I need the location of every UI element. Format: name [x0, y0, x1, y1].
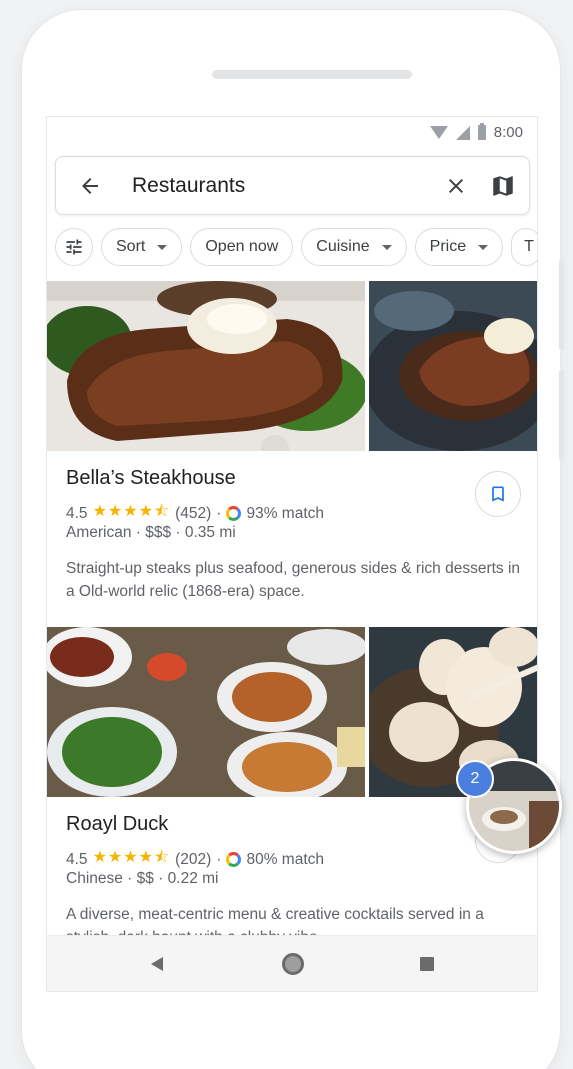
- rating-value: 4.5: [66, 850, 88, 868]
- status-bar: 8:00: [47, 117, 537, 147]
- review-count[interactable]: (452): [175, 505, 211, 523]
- signal-icon: [455, 125, 470, 140]
- restaurant-name[interactable]: Bella’s Steakhouse: [66, 467, 236, 490]
- rating-row: 4.5 ★★★★⯪ (202) · 80% match: [66, 846, 324, 873]
- chip-sort[interactable]: Sort: [101, 228, 183, 266]
- save-button[interactable]: [475, 471, 521, 517]
- separator-dot: ·: [216, 850, 222, 868]
- chip-price[interactable]: Price: [414, 228, 504, 266]
- filter-chips: Sort Open now Cuisine Price T: [55, 228, 537, 266]
- dishes-photo-image: [47, 627, 365, 797]
- nav-recents-icon[interactable]: [420, 957, 434, 971]
- chip-partial[interactable]: T: [511, 228, 537, 266]
- google-match-icon: [226, 852, 242, 867]
- chip-open-now[interactable]: Open now: [190, 228, 294, 266]
- filter-options-chip[interactable]: [55, 228, 93, 266]
- chip-open-now-label: Open now: [205, 238, 279, 255]
- review-count[interactable]: (202): [175, 851, 211, 869]
- close-icon[interactable]: [444, 174, 468, 198]
- chip-cuisine[interactable]: Cuisine: [301, 228, 407, 266]
- chip-cuisine-label: Cuisine: [316, 238, 370, 255]
- search-query[interactable]: Restaurants: [132, 174, 245, 198]
- photo-steak[interactable]: [47, 281, 365, 451]
- arrow-back-icon[interactable]: [78, 174, 102, 198]
- chevron-down-icon: [381, 244, 392, 250]
- system-nav-bar: [47, 935, 537, 991]
- phone-side-button: [559, 260, 564, 350]
- rating-value: 4.5: [66, 504, 88, 522]
- phone-speaker: [212, 70, 412, 79]
- bookmark-icon: [492, 486, 504, 502]
- status-time: 8:00: [493, 124, 523, 141]
- match-percent: 80% match: [246, 850, 324, 868]
- cuisine-price-distance: American · $$$ · 0.35 mi: [66, 524, 236, 541]
- chip-partial-label: T: [524, 238, 534, 255]
- restaurant-description: Straight-up steaks plus seafood, generou…: [66, 560, 521, 600]
- phone-side-button: [559, 370, 564, 460]
- match-percent: 93% match: [246, 504, 324, 522]
- app-screen: 8:00 Restaurants Sort Open now Cuisine P…: [46, 116, 538, 992]
- result-card[interactable]: Bella’s Steakhouse 4.5 ★★★★⯪ (452) · 93%…: [47, 281, 537, 600]
- photo-dishes[interactable]: [47, 627, 365, 797]
- chevron-down-icon: [478, 244, 489, 250]
- nav-home-icon[interactable]: [282, 953, 304, 975]
- steak-pan-photo-image: [369, 281, 537, 451]
- chip-sort-label: Sort: [116, 238, 146, 255]
- wifi-icon: [429, 126, 448, 139]
- tune-icon: [66, 239, 82, 255]
- restaurant-name[interactable]: Roayl Duck: [66, 813, 168, 836]
- nav-back-icon[interactable]: [151, 957, 163, 971]
- star-rating-icon: ★★★★⯪: [92, 503, 171, 520]
- map-icon[interactable]: [490, 173, 516, 199]
- photo-steak-pan[interactable]: [369, 281, 537, 451]
- star-rating-icon: ★★★★⯪: [92, 849, 171, 866]
- rating-row: 4.5 ★★★★⯪ (452) · 93% match: [66, 500, 324, 527]
- chip-price-label: Price: [429, 238, 467, 255]
- search-bar[interactable]: Restaurants: [55, 156, 530, 215]
- cuisine-price-distance: Chinese · $$ · 0.22 mi: [66, 870, 219, 887]
- count-badge[interactable]: 2: [456, 760, 494, 798]
- separator-dot: ·: [216, 504, 222, 522]
- battery-icon: [477, 123, 486, 140]
- steak-photo-image: [47, 281, 365, 451]
- google-match-icon: [226, 506, 242, 521]
- chevron-down-icon: [157, 244, 168, 250]
- photo-carousel[interactable]: [47, 281, 537, 451]
